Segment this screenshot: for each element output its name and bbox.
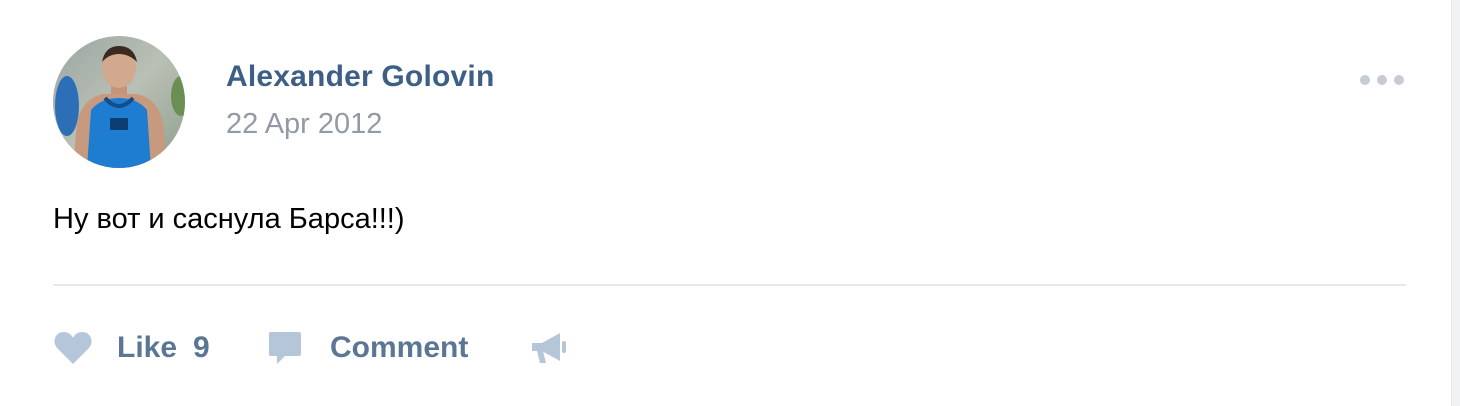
megaphone-icon — [528, 329, 570, 367]
comment-label: Comment — [330, 331, 469, 364]
divider — [53, 284, 1406, 286]
like-label: Like — [117, 331, 178, 364]
more-options-icon[interactable] — [1350, 64, 1414, 96]
post-date[interactable]: 22 Apr 2012 — [226, 108, 382, 141]
comment-button[interactable]: Comment — [266, 326, 468, 370]
share-button[interactable] — [528, 326, 570, 370]
author-avatar[interactable] — [53, 36, 185, 168]
heart-icon — [53, 330, 93, 366]
post-text: Ну вот и саснула Барса!!!) — [53, 203, 405, 235]
wall-post: Alexander Golovin 22 Apr 2012 Ну вот и с… — [0, 0, 1452, 406]
dot — [1377, 75, 1387, 85]
author-name-link[interactable]: Alexander Golovin — [226, 60, 494, 94]
like-count: 9 — [193, 331, 210, 364]
dot — [1360, 75, 1370, 85]
speech-bubble-icon — [266, 330, 304, 366]
avatar-photo — [53, 36, 185, 168]
dot — [1394, 75, 1404, 85]
scrollbar-track[interactable] — [1451, 0, 1460, 406]
like-button[interactable]: Like 9 — [53, 326, 210, 370]
